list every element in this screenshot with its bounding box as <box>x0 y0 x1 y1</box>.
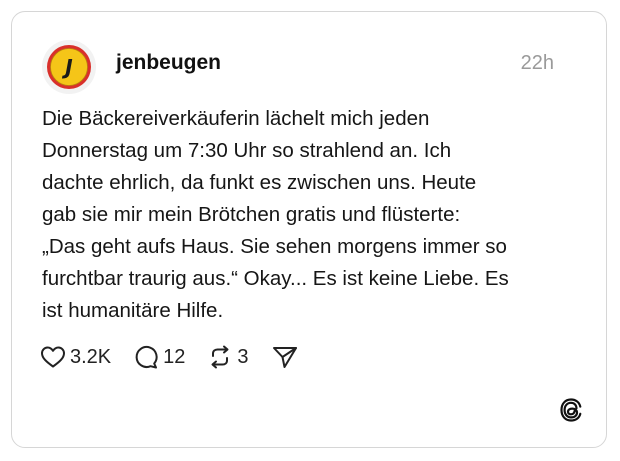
comment-bubble-icon <box>135 345 158 369</box>
post-actions: 3.2K 12 3 <box>40 342 321 372</box>
avatar-badge-icon: J <box>47 45 91 89</box>
threads-logo-icon[interactable] <box>557 396 585 424</box>
heart-icon <box>41 346 65 368</box>
repost-button[interactable]: 3 <box>207 344 249 370</box>
username[interactable]: jenbeugen <box>116 50 221 76</box>
like-count: 3.2K <box>70 346 112 368</box>
reply-count: 12 <box>163 346 186 368</box>
post-card: J jenbeugen 22h Die Bäckereiverkäuferin … <box>11 11 607 448</box>
avatar[interactable]: J <box>42 40 96 94</box>
repost-arrows-icon <box>211 345 229 369</box>
post-text: Die Bäckereiverkäuferin lächelt mich jed… <box>42 107 509 322</box>
paper-plane-icon <box>272 347 297 368</box>
reply-button[interactable]: 12 <box>133 344 185 370</box>
post-time: 22h <box>520 52 554 74</box>
like-button[interactable]: 3.2K <box>40 344 111 370</box>
repost-count: 3 <box>237 346 249 368</box>
share-button[interactable] <box>271 344 299 370</box>
